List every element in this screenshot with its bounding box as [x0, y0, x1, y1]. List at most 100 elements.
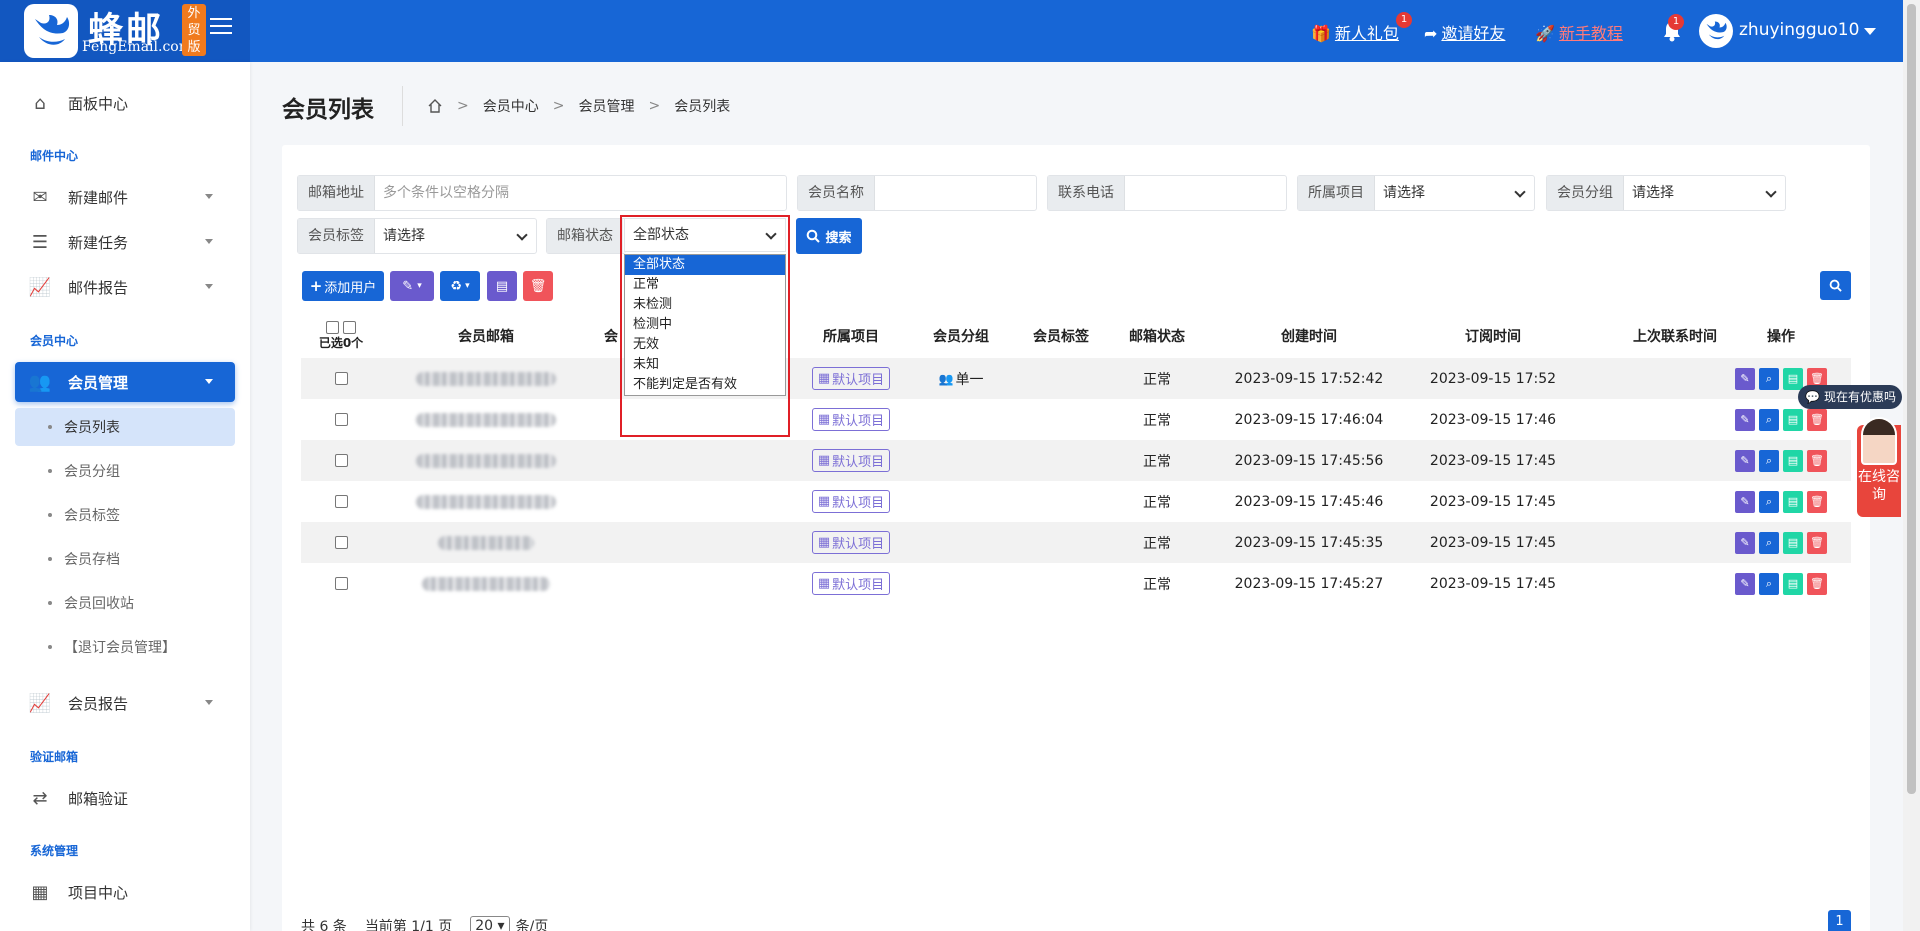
row-checkbox[interactable]: [334, 454, 348, 467]
table-search-button[interactable]: [1820, 271, 1851, 300]
status-value: 正常: [1143, 494, 1171, 511]
username[interactable]: zhuyingguo10: [1739, 20, 1859, 40]
tag-select[interactable]: 请选择: [375, 219, 536, 253]
email-redacted[interactable]: [416, 494, 556, 509]
sidebar-item-new-task[interactable]: ☰ 新建任务: [15, 222, 235, 262]
agent-avatar: [1861, 417, 1897, 465]
row-view-button[interactable]: ⌕: [1759, 572, 1779, 595]
search-button[interactable]: 搜索: [796, 218, 862, 254]
archive-icon: ▤: [495, 278, 509, 294]
row-archive-button[interactable]: ▤: [1783, 408, 1803, 431]
email-input[interactable]: 多个条件以空格分隔: [375, 176, 786, 210]
row-view-button[interactable]: ⌕: [1759, 531, 1779, 554]
row-checkbox[interactable]: [334, 577, 348, 590]
gift-link[interactable]: 🎁 新人礼包: [1311, 20, 1399, 44]
invert-select-checkbox[interactable]: [343, 321, 356, 334]
col-created: 创建时间: [1281, 329, 1337, 345]
sidebar-sub-member-archive[interactable]: 会员存档: [15, 540, 235, 578]
project-select[interactable]: 请选择: [1375, 176, 1534, 210]
sidebar-item-mail-report[interactable]: 📈 邮件报告: [15, 267, 235, 307]
logo-area[interactable]: 蜂邮 FengEmail.com 外贸版: [0, 0, 250, 62]
project-tag: ▦ 默认项目: [811, 531, 891, 554]
row-edit-button[interactable]: ✎: [1735, 531, 1755, 554]
tutorial-link[interactable]: 🚀 新手教程: [1535, 20, 1623, 44]
page-size-select[interactable]: 20 ▾: [470, 916, 510, 931]
select-all-checkbox[interactable]: [326, 321, 339, 334]
row-delete-button[interactable]: 🗑: [1807, 449, 1827, 472]
email-redacted[interactable]: [438, 535, 534, 550]
status-value: 正常: [1143, 576, 1171, 593]
breadcrumb-member-center[interactable]: 会员中心: [483, 96, 539, 116]
row-archive-button[interactable]: ▤: [1783, 572, 1803, 595]
add-user-button[interactable]: + 添加用户: [302, 271, 384, 301]
sidebar-sub-member-tag[interactable]: 会员标签: [15, 496, 235, 534]
sidebar-sub-member-list[interactable]: 会员列表: [15, 408, 235, 446]
row-edit-button[interactable]: ✎: [1735, 408, 1755, 431]
phone-input[interactable]: [1125, 176, 1286, 210]
sidebar-item-member-management[interactable]: 👥 会员管理: [15, 362, 235, 402]
email-redacted[interactable]: [416, 453, 556, 468]
row-view-button[interactable]: ⌕: [1759, 449, 1779, 472]
group-value: 单一: [955, 371, 984, 388]
current-page: 当前第 1/1 页: [364, 919, 453, 931]
coupon-chat-bubble[interactable]: 💬 现在有优惠吗: [1798, 385, 1902, 409]
col-actions: 操作: [1767, 329, 1795, 345]
invite-link[interactable]: ➦ 邀请好友: [1424, 20, 1505, 44]
sidebar-item-member-report[interactable]: 📈 会员报告: [15, 683, 235, 723]
created-time: 2023-09-15 17:45:35: [1234, 534, 1384, 551]
chevron-down-icon[interactable]: [1864, 28, 1876, 35]
row-archive-button[interactable]: ▤: [1783, 490, 1803, 513]
email-redacted[interactable]: [416, 371, 556, 386]
search-icon: [807, 229, 821, 243]
row-view-button[interactable]: ⌕: [1759, 408, 1779, 431]
row-checkbox[interactable]: [334, 495, 348, 508]
created-time: 2023-09-15 17:45:56: [1234, 452, 1384, 469]
sidebar-sub-member-group[interactable]: 会员分组: [15, 452, 235, 490]
chart-icon: 📈: [28, 692, 52, 714]
page-title: 会员列表: [282, 97, 374, 123]
row-edit-button[interactable]: ✎: [1735, 490, 1755, 513]
row-delete-button[interactable]: 🗑: [1807, 572, 1827, 595]
row-delete-button[interactable]: 🗑: [1807, 490, 1827, 513]
home-icon[interactable]: [427, 98, 443, 114]
edit-menu-button[interactable]: ✎ ▾: [390, 271, 434, 301]
email-redacted[interactable]: [416, 412, 556, 427]
row-checkbox[interactable]: [334, 372, 348, 385]
bell-badge: 1: [1668, 14, 1684, 30]
sidebar-item-mail-verify[interactable]: ⇄ 邮箱验证: [15, 778, 235, 818]
row-edit-button[interactable]: ✎: [1735, 572, 1755, 595]
status-value: 正常: [1143, 535, 1171, 552]
row-archive-button[interactable]: ▤: [1783, 449, 1803, 472]
sidebar-item-new-mail[interactable]: ✉ 新建邮件: [15, 177, 235, 217]
menu-toggle-icon[interactable]: [210, 18, 232, 36]
sidebar-item-project-center[interactable]: ▦ 项目中心: [15, 872, 235, 912]
row-view-button[interactable]: ⌕: [1759, 490, 1779, 513]
row-archive-button[interactable]: ▤: [1783, 531, 1803, 554]
row-edit-button[interactable]: ✎: [1735, 367, 1755, 390]
row-edit-button[interactable]: ✎: [1735, 449, 1755, 472]
users-icon: 👥: [28, 371, 52, 393]
recycle-menu-button[interactable]: ♻ ▾: [440, 271, 480, 301]
breadcrumb-member-management[interactable]: 会员管理: [578, 96, 634, 116]
scrollbar-thumb[interactable]: [1907, 4, 1916, 794]
online-consult-widget[interactable]: 在线咨询: [1857, 417, 1901, 517]
row-checkbox[interactable]: [334, 413, 348, 426]
name-input[interactable]: [875, 176, 1036, 210]
archive-button[interactable]: ▤: [487, 271, 517, 301]
sidebar-item-dashboard[interactable]: ⌂ 面板中心: [15, 83, 235, 123]
sidebar-sub-member-recycle[interactable]: 会员回收站: [15, 584, 235, 622]
row-delete-button[interactable]: 🗑: [1807, 408, 1827, 431]
row-delete-button[interactable]: 🗑: [1807, 531, 1827, 554]
row-checkbox[interactable]: [334, 536, 348, 549]
email-redacted[interactable]: [422, 576, 550, 591]
section-member-center: 会员中心: [30, 334, 79, 348]
cubes-icon: ▦: [817, 412, 831, 427]
group-select[interactable]: 请选择: [1624, 176, 1785, 210]
row-view-button[interactable]: ⌕: [1759, 367, 1779, 390]
sidebar-sub-unsubscribed[interactable]: 【退订会员管理】: [15, 628, 235, 666]
row-archive-button[interactable]: ▤: [1783, 367, 1803, 390]
avatar[interactable]: [1699, 14, 1733, 48]
delete-button[interactable]: 🗑: [523, 271, 553, 301]
page-button[interactable]: 1: [1828, 910, 1851, 931]
scrollbar[interactable]: [1903, 0, 1920, 931]
